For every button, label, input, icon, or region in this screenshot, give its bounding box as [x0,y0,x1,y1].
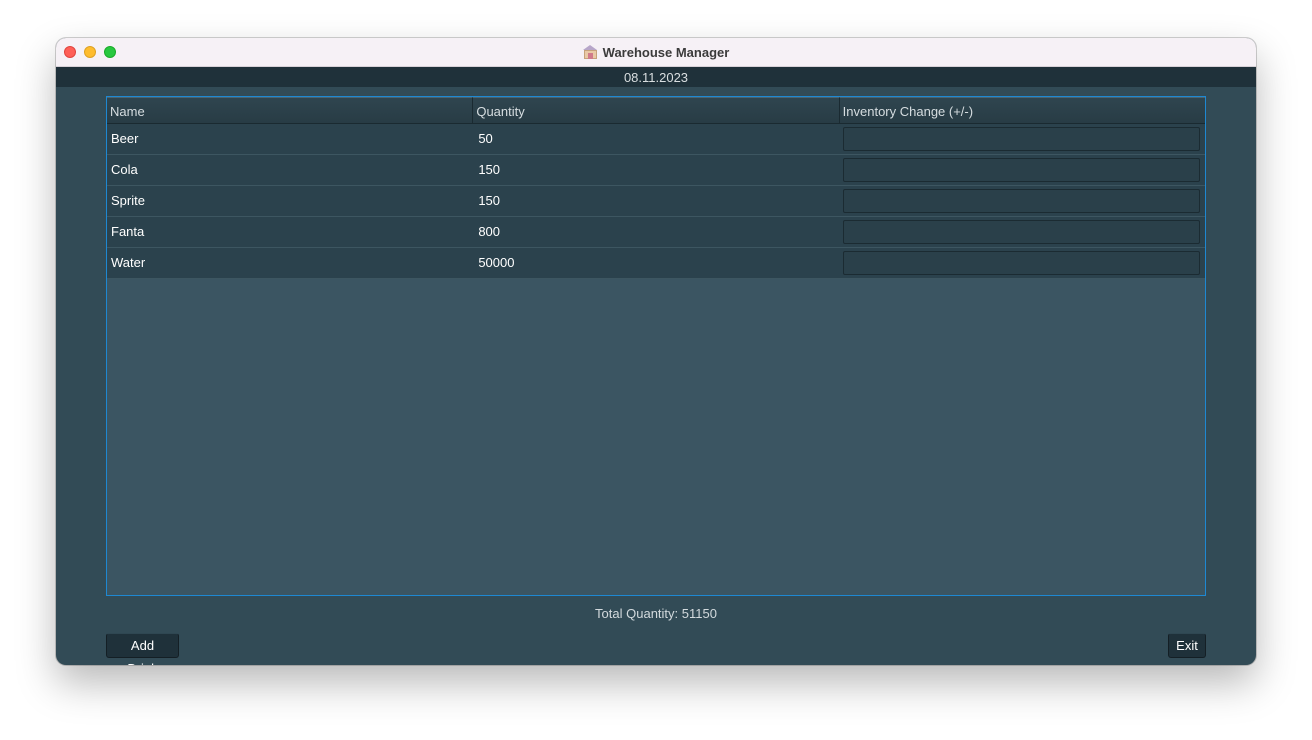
inventory-change-input[interactable] [842,158,1200,182]
cell-name: Water [111,255,146,270]
exit-button[interactable]: Exit [1168,633,1206,658]
column-header-quantity[interactable]: Quantity [473,97,840,123]
column-header-name[interactable]: Name [107,97,474,123]
inventory-change-input[interactable] [842,189,1200,213]
cell-name: Fanta [111,224,145,239]
cell-inventory-change [842,248,1205,278]
cell-inventory-change [842,217,1205,247]
cell-quantity: 800 [478,224,501,239]
table-row[interactable]: Sprite 150 [107,186,1205,217]
inventory-table[interactable]: Name Quantity Inventory Change (+/-) Bee… [106,96,1206,596]
window-title-group: Warehouse Manager [56,38,1256,66]
cell-inventory-change [842,124,1205,154]
cell-quantity: 150 [478,193,501,208]
app-window: Warehouse Manager 08.11.2023 Name Quanti… [56,38,1256,665]
cell-quantity: 50000 [478,255,515,270]
cell-quantity: 50 [478,131,493,146]
window-title: Warehouse Manager [602,44,730,60]
column-header-inventory-change[interactable]: Inventory Change (+/-) [839,97,1205,123]
cell-name: Cola [111,162,138,177]
table-row[interactable]: Cola 150 [107,155,1205,186]
cell-inventory-change [842,155,1205,185]
total-quantity-label: Total Quantity: 51150 [595,606,717,621]
cell-name: Sprite [111,193,145,208]
current-date: 08.11.2023 [623,69,689,85]
cell-name: Beer [111,131,139,146]
cell-inventory-change [842,186,1205,216]
table-body: Beer 50 Cola 150 Sprite 150 Fanta 800 Wa… [107,124,1205,279]
cell-quantity: 150 [478,162,501,177]
add-drink-button[interactable]: Add Drink [106,633,179,665]
table-row[interactable]: Beer 50 [107,124,1205,155]
table-header: Name Quantity Inventory Change (+/-) [107,97,1205,124]
inventory-change-input[interactable] [842,127,1200,151]
inventory-change-input[interactable] [842,220,1200,244]
table-row[interactable]: Water 50000 [107,248,1205,279]
table-row[interactable]: Fanta 800 [107,217,1205,248]
title-bar: Warehouse Manager [56,38,1256,67]
date-bar: 08.11.2023 [56,67,1256,87]
warehouse-icon [582,45,598,59]
inventory-change-input[interactable] [842,251,1200,275]
